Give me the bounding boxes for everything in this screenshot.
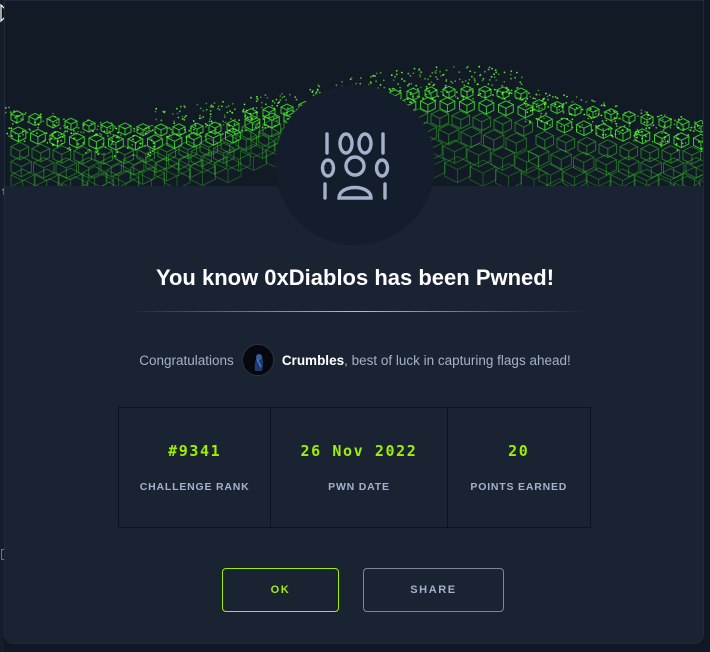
stat-value: #9341 (168, 442, 221, 460)
challenge-avatar (275, 85, 435, 245)
stats-panel: #9341 CHALLENGE RANK 26 Nov 2022 PWN DAT… (118, 407, 591, 528)
modal-title: You know 0xDiablos has been Pwned! (5, 265, 704, 291)
username: Crumbles (282, 353, 344, 368)
stat-challenge-rank: #9341 CHALLENGE RANK (119, 408, 271, 527)
congrats-message: Congratulations Crumbles , best of luck … (5, 343, 704, 377)
stat-label: CHALLENGE RANK (140, 481, 250, 493)
title-divider (129, 311, 583, 312)
pwned-modal: You know 0xDiablos has been Pwned! Congr… (4, 0, 704, 644)
stat-label: PWN DATE (328, 481, 390, 493)
congrats-prefix: Congratulations (139, 353, 234, 368)
congrats-suffix: , best of luck in capturing flags ahead! (344, 353, 571, 368)
user-avatar (242, 344, 274, 376)
binary-user-icon (315, 125, 395, 205)
share-button[interactable]: SHARE (363, 568, 504, 612)
stat-pwn-date: 26 Nov 2022 PWN DATE (271, 408, 447, 527)
ok-button[interactable]: OK (222, 568, 339, 612)
stat-label: POINTS EARNED (470, 481, 567, 493)
stat-points-earned: 20 POINTS EARNED (448, 408, 590, 527)
stat-value: 26 Nov 2022 (301, 442, 418, 460)
stat-value: 20 (508, 442, 529, 460)
